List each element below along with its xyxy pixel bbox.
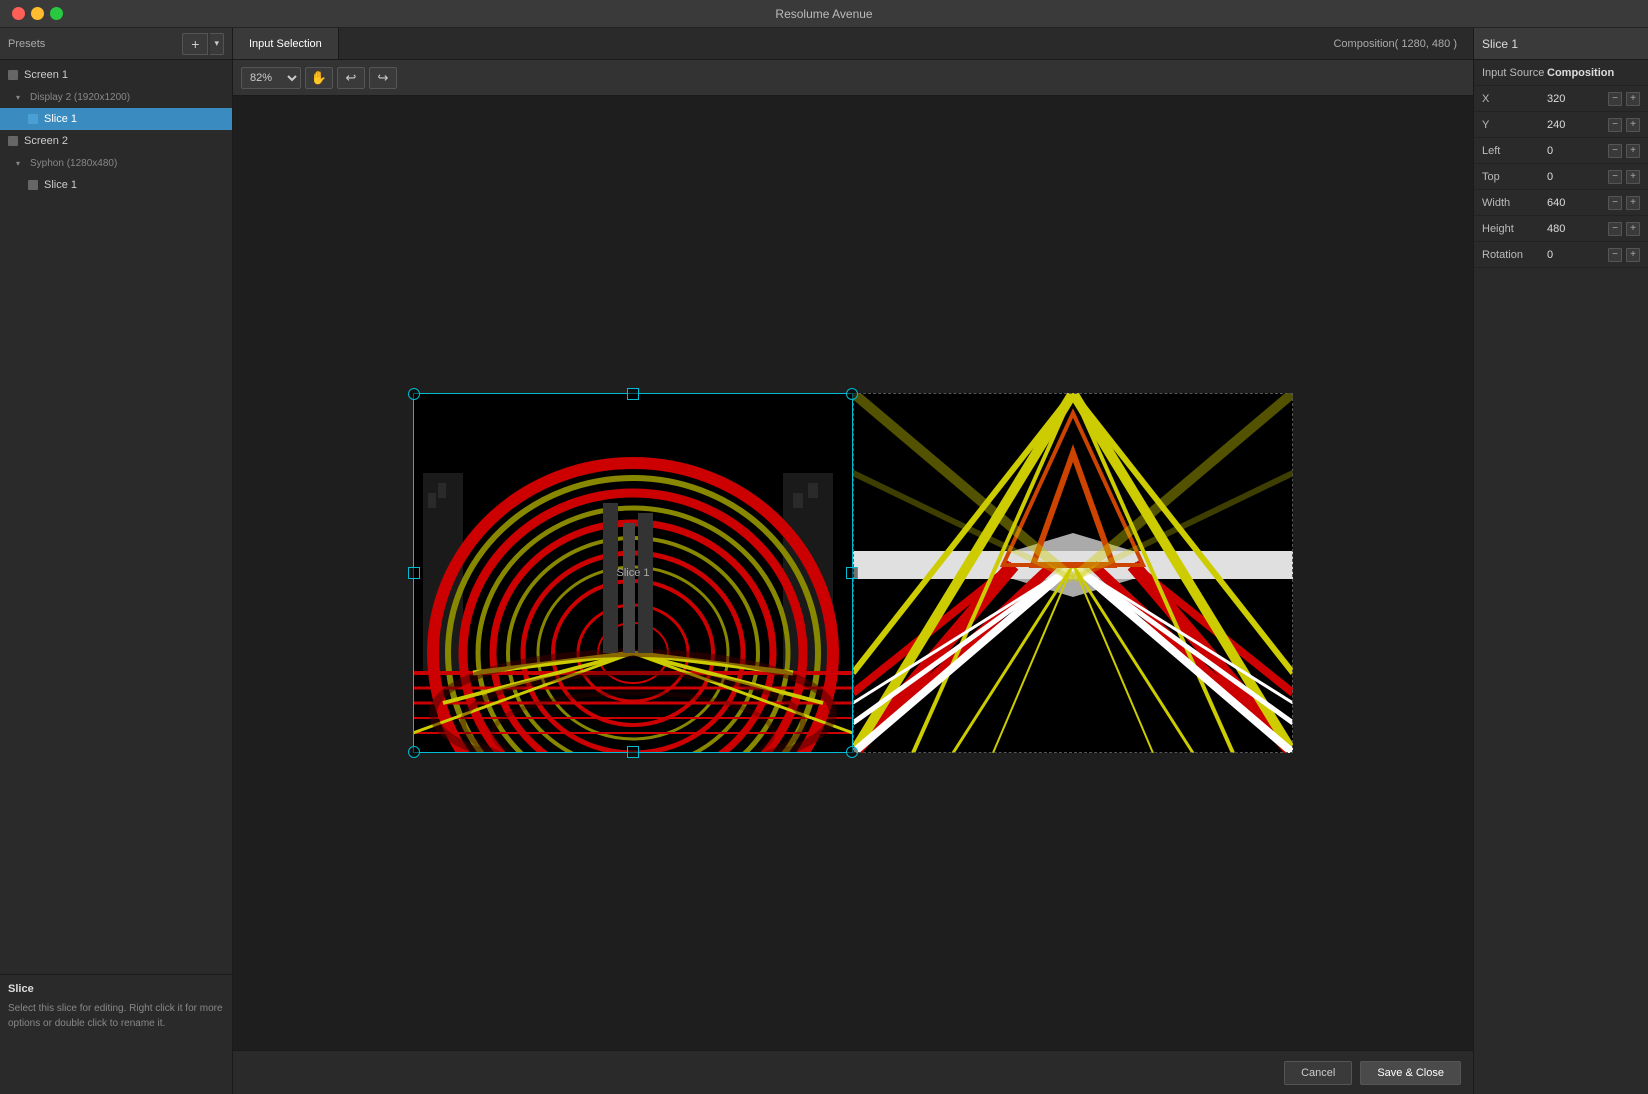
add-button-group[interactable]: + ▾ (182, 33, 224, 55)
sidebar-tree: Screen 1 ▾ Display 2 (1920x1200) Slice 1… (0, 60, 232, 974)
slice1-s2-icon (28, 180, 38, 190)
hand-tool-button[interactable]: ✋ (305, 67, 333, 89)
tab-input-selection-label: Input Selection (249, 38, 322, 50)
presets-label: Presets (8, 38, 45, 50)
prop-row-rotation: Rotation 0 − + (1474, 242, 1648, 268)
close-button[interactable] (12, 7, 25, 20)
slice1-label: Slice 1 (44, 113, 77, 125)
screen1-label: Screen 1 (24, 69, 68, 81)
redo-button[interactable]: ↪ (369, 67, 397, 89)
toolbar: 82% 50% 75% 100% 125% 150% ✋ ↩ ↪ (233, 60, 1473, 96)
sidebar-header: Presets + ▾ (0, 28, 232, 60)
x-decrement-button[interactable]: − (1608, 92, 1622, 106)
rotation-increment-button[interactable]: + (1626, 248, 1640, 262)
right-panel-header: Slice 1 (1474, 28, 1648, 60)
title-bar: Resolume Avenue (0, 0, 1648, 28)
slice1-s2-label: Slice 1 (44, 179, 77, 191)
width-decrement-button[interactable]: − (1608, 196, 1622, 210)
undo-button[interactable]: ↩ (337, 67, 365, 89)
height-decrement-button[interactable]: − (1608, 222, 1622, 236)
rotation-value: 0 (1547, 249, 1604, 261)
width-increment-button[interactable]: + (1626, 196, 1640, 210)
prop-row-left: Left 0 − + (1474, 138, 1648, 164)
top-value: 0 (1547, 171, 1604, 183)
display2-arrow: ▾ (16, 92, 26, 102)
prop-row-x: X 320 − + (1474, 86, 1648, 112)
save-close-button[interactable]: Save & Close (1360, 1061, 1461, 1085)
video-right (853, 393, 1293, 753)
height-increment-button[interactable]: + (1626, 222, 1640, 236)
sidebar-item-slice1-screen2[interactable]: Slice 1 (0, 174, 232, 196)
prop-row-input-source: Input Source Composition (1474, 60, 1648, 86)
width-label: Width (1482, 197, 1547, 209)
right-panel: Slice 1 Input Source Composition X 320 −… (1473, 28, 1648, 1094)
sidebar-item-syphon[interactable]: ▾ Syphon (1280x480) (0, 152, 232, 174)
rotation-label: Rotation (1482, 249, 1547, 261)
height-value: 480 (1547, 223, 1604, 235)
prop-row-top: Top 0 − + (1474, 164, 1648, 190)
add-button-dropdown[interactable]: ▾ (210, 33, 224, 55)
x-increment-button[interactable]: + (1626, 92, 1640, 106)
maximize-button[interactable] (50, 7, 63, 20)
add-button[interactable]: + (182, 33, 208, 55)
left-increment-button[interactable]: + (1626, 144, 1640, 158)
top-increment-button[interactable]: + (1626, 170, 1640, 184)
screen2-label: Screen 2 (24, 135, 68, 147)
height-label: Height (1482, 223, 1547, 235)
tab-input-selection[interactable]: Input Selection (233, 28, 339, 59)
video-left (413, 393, 853, 753)
screen2-icon (8, 136, 18, 146)
input-source-value: Composition (1547, 67, 1614, 79)
prop-row-y: Y 240 − + (1474, 112, 1648, 138)
syphon-label: Syphon (1280x480) (30, 158, 117, 169)
top-decrement-button[interactable]: − (1608, 170, 1622, 184)
top-label: Top (1482, 171, 1547, 183)
minimize-button[interactable] (31, 7, 44, 20)
canvas-area[interactable]: Slice 1 (233, 96, 1473, 1050)
sidebar-item-slice1-screen1[interactable]: Slice 1 (0, 108, 232, 130)
left-label: Left (1482, 145, 1547, 157)
sidebar-item-screen1[interactable]: Screen 1 (0, 64, 232, 86)
y-label: Y (1482, 119, 1547, 131)
right-panel-title: Slice 1 (1482, 37, 1518, 51)
left-decrement-button[interactable]: − (1608, 144, 1622, 158)
canvas-wrapper: Slice 1 (413, 393, 1293, 753)
prop-row-height: Height 480 − + (1474, 216, 1648, 242)
window-controls[interactable] (12, 7, 63, 20)
screen1-icon (8, 70, 18, 80)
input-source-label: Input Source (1482, 67, 1547, 79)
window-title: Resolume Avenue (775, 7, 872, 21)
cancel-button[interactable]: Cancel (1284, 1061, 1352, 1085)
sidebar: Presets + ▾ Screen 1 ▾ Display 2 (1920x1… (0, 28, 233, 1094)
y-decrement-button[interactable]: − (1608, 118, 1622, 132)
sidebar-item-screen2[interactable]: Screen 2 (0, 130, 232, 152)
sidebar-item-display2[interactable]: ▾ Display 2 (1920x1200) (0, 86, 232, 108)
zoom-select[interactable]: 82% 50% 75% 100% 125% 150% (241, 67, 301, 89)
width-value: 640 (1547, 197, 1604, 209)
y-increment-button[interactable]: + (1626, 118, 1640, 132)
prop-row-width: Width 640 − + (1474, 190, 1648, 216)
x-label: X (1482, 93, 1547, 105)
y-value: 240 (1547, 119, 1604, 131)
composition-label: Composition( 1280, 480 ) (1317, 28, 1473, 59)
main-layout: Presets + ▾ Screen 1 ▾ Display 2 (1920x1… (0, 28, 1648, 1094)
syphon-arrow: ▾ (16, 158, 26, 168)
info-text: Select this slice for editing. Right cli… (8, 1001, 224, 1031)
info-title: Slice (8, 983, 224, 995)
center-content: Input Selection Composition( 1280, 480 )… (233, 28, 1473, 1094)
sidebar-info: Slice Select this slice for editing. Rig… (0, 974, 232, 1094)
display2-label: Display 2 (1920x1200) (30, 92, 130, 103)
action-bar: Cancel Save & Close (233, 1050, 1473, 1094)
left-value: 0 (1547, 145, 1604, 157)
tab-bar: Input Selection Composition( 1280, 480 ) (233, 28, 1473, 60)
slice1-icon (28, 114, 38, 124)
x-value: 320 (1547, 93, 1604, 105)
rotation-decrement-button[interactable]: − (1608, 248, 1622, 262)
